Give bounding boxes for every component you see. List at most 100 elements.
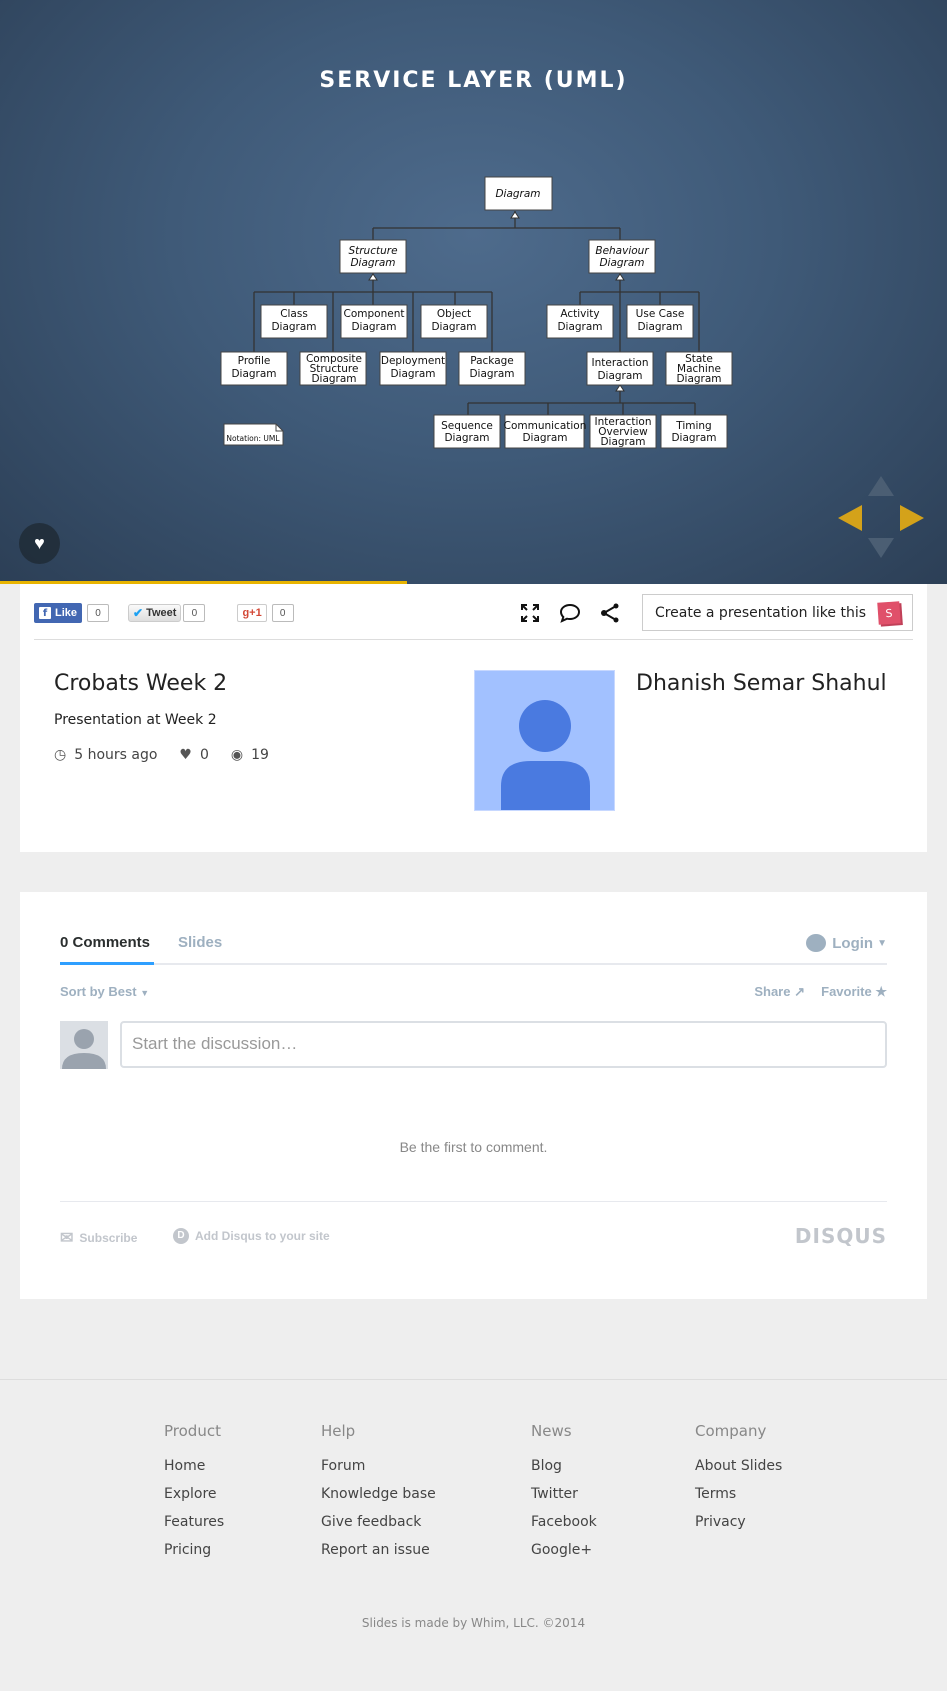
deck-description: Presentation at Week 2 [54,712,217,728]
heart-icon: ♥ [179,747,192,763]
footer-link-twitter[interactable]: Twitter [531,1486,597,1504]
eye-icon: ◉ [230,747,244,763]
footer-link-privacy[interactable]: Privacy [695,1514,782,1532]
svg-text:Package: Package [470,355,514,367]
svg-text:Class: Class [280,308,308,320]
svg-text:Diagram: Diagram [597,370,642,382]
subscribe-link[interactable]: ✉ Subscribe [60,1228,137,1248]
footer-heading: Company [695,1422,767,1440]
empty-comments-message: Be the first to comment. [399,1139,548,1155]
slides-logo-icon: S [877,600,901,625]
svg-text:Diagram: Diagram [671,432,716,444]
social-buttons: f Like 0 ✔ Tweet 0 g+1 0 [34,602,294,624]
footer-link-give-feedback[interactable]: Give feedback [321,1514,436,1532]
chevron-down-icon: ▼ [877,937,887,949]
tab-comments[interactable]: 0 Comments [60,934,155,965]
svg-text:Activity: Activity [560,308,599,320]
footer-link-about[interactable]: About Slides [695,1458,782,1476]
footer-heading: News [531,1422,572,1440]
svg-text:Diagram: Diagram [231,368,276,380]
footer-link-explore[interactable]: Explore [164,1486,224,1504]
nav-up-icon[interactable] [868,476,894,498]
heart-icon[interactable]: ♥ [19,523,60,564]
deck-info-card: f Like 0 ✔ Tweet 0 g+1 0 Create a presenta… [20,584,927,852]
svg-text:Interaction: Interaction [592,357,649,369]
svg-text:Structure: Structure [348,245,397,257]
footer-link-features[interactable]: Features [164,1514,224,1532]
svg-text:Diagram: Diagram [271,321,316,333]
svg-text:Timing: Timing [675,420,711,432]
add-disqus-link[interactable]: D Add Disqus to your site [173,1228,330,1244]
footer-link-report-issue[interactable]: Report an issue [321,1542,436,1560]
deck-likes: 0 [199,747,209,763]
deck-time: 5 hours ago [74,747,158,763]
footer-link-blog[interactable]: Blog [531,1458,597,1476]
footer-link-forum[interactable]: Forum [321,1458,436,1476]
disqus-icon: D [173,1228,189,1244]
svg-text:Diagram: Diagram [522,432,567,444]
footer-link-facebook[interactable]: Facebook [531,1514,597,1532]
author-name[interactable]: Dhanish Semar Shahul [636,671,887,696]
share-button[interactable]: Share ↗ [754,984,805,1000]
comment-icon[interactable] [550,595,590,631]
svg-text:Deployment: Deployment [381,355,445,367]
footer-column-product: Product Home Explore Features Pricing [164,1422,224,1570]
share-icon[interactable] [590,595,630,631]
twitter-icon: ✔ [133,606,144,620]
comment-input[interactable]: Start the discussion… [120,1021,887,1068]
svg-text:Diagram: Diagram [431,321,476,333]
sort-dropdown[interactable]: Sort by Best ▼ [60,984,149,999]
footer-link-google-plus[interactable]: Google+ [531,1542,597,1560]
svg-text:Diagram: Diagram [637,321,682,333]
chevron-down-icon: ▼ [140,988,150,998]
svg-text:Behaviour: Behaviour [595,245,649,257]
site-footer: Product Home Explore Features Pricing He… [0,1379,947,1691]
svg-text:Diagram: Diagram [599,257,644,269]
tweet-button[interactable]: ✔ Tweet [128,604,182,622]
deck-meta: ◷ 5 hours ago ♥ 0 ◉ 19 [54,747,269,763]
svg-text:Diagram: Diagram [351,321,396,333]
footer-link-pricing[interactable]: Pricing [164,1542,224,1560]
footer-heading: Product [164,1422,221,1440]
google-plus-button[interactable]: g+1 [237,604,267,622]
svg-text:Diagram: Diagram [600,436,645,448]
comments-tabs: 0 Comments Slides Login ▼ [60,934,887,965]
fullscreen-icon[interactable] [510,595,550,631]
create-presentation-button[interactable]: Create a presentation like this S [641,594,913,631]
facebook-count: 0 [87,604,110,622]
svg-text:Sequence: Sequence [441,420,493,432]
svg-text:Object: Object [437,308,471,320]
chat-bubble-icon [806,934,827,952]
nav-down-icon[interactable] [868,536,894,558]
svg-text:Diagram: Diagram [350,257,395,269]
tweet-count: 0 [183,604,206,622]
footer-link-knowledge-base[interactable]: Knowledge base [321,1486,436,1504]
footer-link-terms[interactable]: Terms [695,1486,782,1504]
author-avatar[interactable] [474,670,615,811]
facebook-like-button[interactable]: f Like [34,603,83,623]
nav-right-icon[interactable] [900,505,924,531]
slide-viewport[interactable]: SERVICE LAYER (UML) Diagram Structure Di… [0,0,947,584]
svg-text:Diagram: Diagram [469,368,514,380]
clock-icon: ◷ [54,747,67,763]
envelope-icon: ✉ [60,1230,74,1247]
svg-text:Communication: Communication [504,420,587,432]
svg-text:Diagram: Diagram [444,432,489,444]
deck-toolbar: Create a presentation like this S [510,594,913,631]
footer-column-company: Company About Slides Terms Privacy [695,1422,782,1542]
svg-text:Diagram: Diagram [557,321,602,333]
svg-text:Diagram: Diagram [311,373,356,385]
svg-text:Component: Component [344,308,405,320]
deck-title: Crobats Week 2 [54,671,228,696]
disqus-logo[interactable]: DISQUS [795,1224,887,1248]
footer-link-home[interactable]: Home [164,1458,224,1476]
svg-text:Diagram: Diagram [676,373,721,385]
comments-section: 0 Comments Slides Login ▼ Sort by Best ▼… [20,892,927,1299]
google-plus-count: 0 [271,604,294,622]
divider [34,639,913,640]
favorite-button[interactable]: Favorite ★ [821,984,887,1000]
nav-left-icon[interactable] [838,505,862,531]
comments-sortbar: Sort by Best ▼ Share ↗ Favorite ★ [60,984,887,1002]
login-menu[interactable]: Login ▼ [806,934,887,952]
tab-slides[interactable]: Slides [178,934,222,951]
